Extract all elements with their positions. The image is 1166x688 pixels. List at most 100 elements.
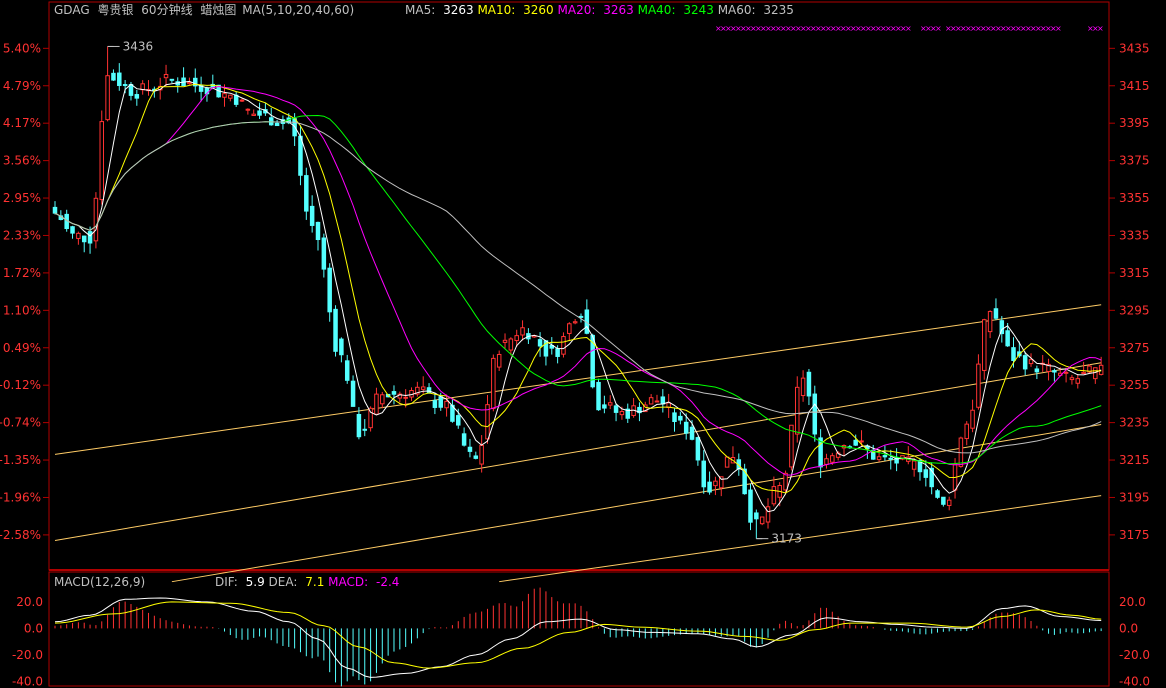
candlestick-series[interactable] <box>52 46 1104 539</box>
candle[interactable] <box>625 403 631 423</box>
candle[interactable] <box>987 310 993 339</box>
candle[interactable] <box>964 421 969 446</box>
candle[interactable] <box>245 108 251 115</box>
candle[interactable] <box>321 233 327 278</box>
candle[interactable] <box>888 449 894 470</box>
candle[interactable] <box>929 462 934 495</box>
candle[interactable] <box>134 89 140 106</box>
candle[interactable] <box>146 80 151 96</box>
candle[interactable] <box>935 488 940 499</box>
candle[interactable] <box>596 378 601 411</box>
candle[interactable] <box>111 69 116 81</box>
candle[interactable] <box>800 370 806 402</box>
candle[interactable] <box>117 63 122 91</box>
candle[interactable] <box>450 398 455 423</box>
candle[interactable] <box>976 354 981 410</box>
candle[interactable] <box>894 448 899 472</box>
candle[interactable] <box>198 76 204 102</box>
candle[interactable] <box>391 385 397 405</box>
candle[interactable] <box>315 221 321 251</box>
candle[interactable] <box>304 167 309 220</box>
candle[interactable] <box>70 225 75 239</box>
candle[interactable] <box>993 298 999 321</box>
candle[interactable] <box>105 46 110 122</box>
candle[interactable] <box>824 453 829 469</box>
candle[interactable] <box>163 64 169 87</box>
candle[interactable] <box>380 391 385 409</box>
candle[interactable] <box>140 80 145 95</box>
candle[interactable] <box>263 102 268 116</box>
candle[interactable] <box>666 393 671 418</box>
candle[interactable] <box>771 476 777 507</box>
candle[interactable] <box>765 498 771 529</box>
candle[interactable] <box>461 427 467 447</box>
candle[interactable] <box>193 68 198 93</box>
candle[interactable] <box>415 381 420 397</box>
candle[interactable] <box>660 389 666 413</box>
candle[interactable] <box>473 451 479 460</box>
candle[interactable] <box>713 476 718 496</box>
candle[interactable] <box>812 385 818 442</box>
candle[interactable] <box>175 77 180 93</box>
candle[interactable] <box>333 305 338 357</box>
candle[interactable] <box>76 231 81 245</box>
candle[interactable] <box>233 91 239 107</box>
candle[interactable] <box>496 350 502 371</box>
kline-chart[interactable]: 5.40% 4.79% 4.17% 3.56% 2.95% 2.33% 1.72% 1.10%… <box>0 0 1166 688</box>
candle[interactable] <box>239 98 245 102</box>
candle[interactable] <box>561 332 566 358</box>
candle[interactable] <box>350 375 356 407</box>
candle[interactable] <box>748 483 753 531</box>
candle[interactable] <box>362 419 368 437</box>
candle[interactable] <box>701 450 706 494</box>
candle[interactable] <box>754 509 759 539</box>
candle[interactable] <box>806 368 812 406</box>
candle[interactable] <box>228 94 233 102</box>
candle[interactable] <box>970 399 975 433</box>
candle[interactable] <box>952 458 958 499</box>
candle[interactable] <box>1052 368 1057 382</box>
candle[interactable] <box>631 398 636 418</box>
candle[interactable] <box>520 320 525 341</box>
candle[interactable] <box>99 110 105 205</box>
candle[interactable] <box>339 337 344 363</box>
candle[interactable] <box>1081 361 1086 375</box>
candle[interactable] <box>93 192 99 249</box>
candle[interactable] <box>742 463 747 495</box>
candle[interactable] <box>1034 365 1040 380</box>
candle[interactable] <box>818 429 823 479</box>
candle[interactable] <box>1093 367 1098 384</box>
candle[interactable] <box>654 394 660 403</box>
candle[interactable] <box>1046 358 1051 381</box>
candle[interactable] <box>759 516 765 526</box>
candle[interactable] <box>81 235 87 253</box>
candle[interactable] <box>344 354 350 384</box>
candle[interactable] <box>479 435 484 473</box>
candle[interactable] <box>1028 353 1034 367</box>
candle[interactable] <box>1087 364 1092 374</box>
candle[interactable] <box>1075 374 1081 389</box>
candle[interactable] <box>607 395 613 410</box>
candle[interactable] <box>397 391 403 403</box>
candle[interactable] <box>251 109 256 116</box>
candle[interactable] <box>941 496 946 507</box>
candle[interactable] <box>946 496 952 511</box>
candle[interactable] <box>502 333 508 349</box>
candle[interactable] <box>1069 374 1075 385</box>
candle[interactable] <box>789 424 794 471</box>
candle[interactable] <box>181 67 186 87</box>
candle[interactable] <box>327 263 332 322</box>
candle[interactable] <box>356 407 362 440</box>
trendline[interactable] <box>54 304 1102 455</box>
candle[interactable] <box>537 332 543 357</box>
trendline[interactable] <box>54 362 1102 542</box>
candle[interactable] <box>602 395 607 414</box>
candle[interactable] <box>707 471 712 495</box>
candle[interactable] <box>52 201 58 215</box>
candle[interactable] <box>274 119 280 127</box>
candle[interactable] <box>268 107 274 126</box>
candle[interactable] <box>572 318 578 325</box>
candle[interactable] <box>1022 351 1028 376</box>
candle[interactable] <box>648 394 654 405</box>
candle[interactable] <box>906 446 911 465</box>
